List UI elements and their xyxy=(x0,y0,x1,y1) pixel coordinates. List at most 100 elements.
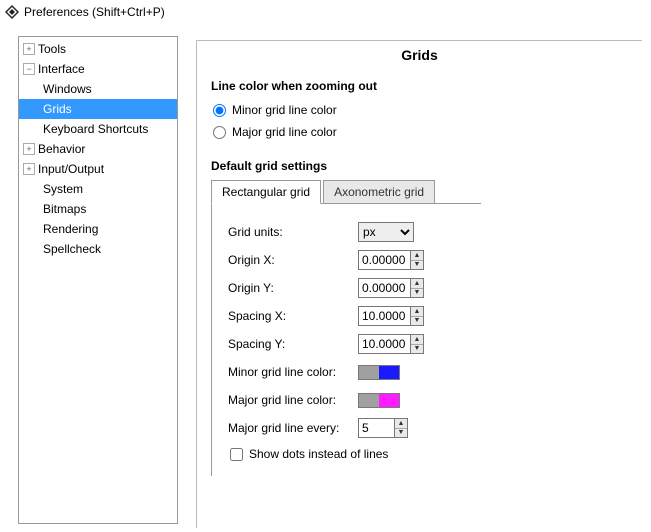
tree-item-grids[interactable]: Grids xyxy=(19,99,177,119)
swatch-minor-left xyxy=(359,366,379,379)
zoom-heading: Line color when zooming out xyxy=(211,79,628,93)
input-origin-x[interactable] xyxy=(358,250,410,270)
swatch-major-left xyxy=(359,394,379,407)
spin-buttons[interactable]: ▲ ▼ xyxy=(394,418,408,438)
grids-panel: Grids Line color when zooming out Minor … xyxy=(196,40,642,528)
spin-buttons[interactable]: ▲ ▼ xyxy=(410,278,424,298)
spin-up-icon[interactable]: ▲ xyxy=(411,335,423,345)
tab-rectangular-grid[interactable]: Rectangular grid xyxy=(211,180,321,204)
spin-origin-y[interactable]: ▲ ▼ xyxy=(358,278,424,298)
tree-item-label: Spellcheck xyxy=(43,242,101,256)
tabstrip: Rectangular grid Axonometric grid xyxy=(211,180,628,204)
spin-up-icon[interactable]: ▲ xyxy=(411,307,423,317)
spin-down-icon[interactable]: ▼ xyxy=(411,261,423,270)
radio-major-label: Major grid line color xyxy=(232,125,337,139)
tree-item-label: System xyxy=(43,182,83,196)
row-origin-x: Origin X: ▲ ▼ xyxy=(228,246,471,274)
row-spacing-y: Spacing Y: ▲ ▼ xyxy=(228,330,471,358)
tree-expand-icon[interactable]: + xyxy=(23,143,35,155)
tree-item-label: Tools xyxy=(38,42,66,56)
spin-down-icon[interactable]: ▼ xyxy=(411,317,423,326)
main-area: Grids Line color when zooming out Minor … xyxy=(196,36,651,532)
spin-major-every[interactable]: ▲ ▼ xyxy=(358,418,408,438)
spin-up-icon[interactable]: ▲ xyxy=(411,279,423,289)
input-major-every[interactable] xyxy=(358,418,394,438)
window-title: Preferences (Shift+Ctrl+P) xyxy=(24,5,165,19)
spin-buttons[interactable]: ▲ ▼ xyxy=(410,306,424,326)
tree-item-label: Input/Output xyxy=(38,162,104,176)
tree-item-label: Rendering xyxy=(43,222,98,236)
swatch-minor-color[interactable] xyxy=(358,365,400,380)
grid-tabs: Rectangular grid Axonometric grid Grid u… xyxy=(211,179,628,476)
tree-item-input-output[interactable]: +Input/Output xyxy=(19,159,177,179)
app-icon xyxy=(4,4,20,20)
content-split: +Tools−InterfaceWindowsGridsKeyboard Sho… xyxy=(18,36,651,532)
tree-item-tools[interactable]: +Tools xyxy=(19,39,177,59)
tree-expand-icon[interactable]: + xyxy=(23,43,35,55)
tree-item-keyboard-shortcuts[interactable]: Keyboard Shortcuts xyxy=(19,119,177,139)
titlebar: Preferences (Shift+Ctrl+P) xyxy=(0,0,651,24)
spin-down-icon[interactable]: ▼ xyxy=(411,345,423,354)
radio-major-input[interactable] xyxy=(213,126,226,139)
spin-up-icon[interactable]: ▲ xyxy=(411,251,423,261)
radio-minor-input[interactable] xyxy=(213,104,226,117)
tree-item-windows[interactable]: Windows xyxy=(19,79,177,99)
tree-expand-icon[interactable]: + xyxy=(23,163,35,175)
input-spacing-x[interactable] xyxy=(358,306,410,326)
row-major-color: Major grid line color: xyxy=(228,386,471,414)
spin-up-icon[interactable]: ▲ xyxy=(395,419,407,429)
tab-axonometric-grid[interactable]: Axonometric grid xyxy=(323,180,435,204)
tabpanel-rectangular: Grid units: px Origin X: xyxy=(211,203,481,476)
tree-item-system[interactable]: System xyxy=(19,179,177,199)
tree-item-label: Keyboard Shortcuts xyxy=(43,122,148,136)
row-every: Major grid line every: ▲ ▼ xyxy=(228,414,471,442)
default-grid-section: Default grid settings Rectangular grid A… xyxy=(197,159,642,486)
tree-item-spellcheck[interactable]: Spellcheck xyxy=(19,239,177,259)
label-minor-color: Minor grid line color: xyxy=(228,365,358,379)
panel-title: Grids xyxy=(197,41,642,73)
tree-item-rendering[interactable]: Rendering xyxy=(19,219,177,239)
spin-buttons[interactable]: ▲ ▼ xyxy=(410,334,424,354)
tree-item-bitmaps[interactable]: Bitmaps xyxy=(19,199,177,219)
label-spacing-x: Spacing X: xyxy=(228,309,358,323)
tree-item-interface[interactable]: −Interface xyxy=(19,59,177,79)
label-grid-units: Grid units: xyxy=(228,225,358,239)
label-origin-x: Origin X: xyxy=(228,253,358,267)
row-grid-units: Grid units: px xyxy=(228,218,471,246)
spin-down-icon[interactable]: ▼ xyxy=(395,429,407,438)
tree-item-label: Windows xyxy=(43,82,92,96)
label-origin-y: Origin Y: xyxy=(228,281,358,295)
tree-collapse-icon[interactable]: − xyxy=(23,63,35,75)
zoom-color-section: Line color when zooming out Minor grid l… xyxy=(197,79,642,153)
row-spacing-x: Spacing X: ▲ ▼ xyxy=(228,302,471,330)
label-major-every: Major grid line every: xyxy=(228,421,358,435)
preferences-tree[interactable]: +Tools−InterfaceWindowsGridsKeyboard Sho… xyxy=(18,36,178,524)
select-grid-units[interactable]: px xyxy=(358,222,414,242)
tree-item-label: Bitmaps xyxy=(43,202,86,216)
checkbox-show-dots[interactable]: Show dots instead of lines xyxy=(228,442,471,466)
radio-major-grid-color[interactable]: Major grid line color xyxy=(211,121,628,143)
input-origin-y[interactable] xyxy=(358,278,410,298)
swatch-minor-right xyxy=(379,366,399,379)
label-spacing-y: Spacing Y: xyxy=(228,337,358,351)
swatch-major-color[interactable] xyxy=(358,393,400,408)
tree-item-label: Interface xyxy=(38,62,85,76)
tree-item-behavior[interactable]: +Behavior xyxy=(19,139,177,159)
row-origin-y: Origin Y: ▲ ▼ xyxy=(228,274,471,302)
spin-down-icon[interactable]: ▼ xyxy=(411,289,423,298)
default-heading: Default grid settings xyxy=(211,159,628,173)
checkbox-show-dots-label: Show dots instead of lines xyxy=(249,447,388,461)
swatch-major-right xyxy=(379,394,399,407)
input-spacing-y[interactable] xyxy=(358,334,410,354)
spin-origin-x[interactable]: ▲ ▼ xyxy=(358,250,424,270)
spin-buttons[interactable]: ▲ ▼ xyxy=(410,250,424,270)
body-frame: +Tools−InterfaceWindowsGridsKeyboard Sho… xyxy=(0,24,651,532)
radio-minor-grid-color[interactable]: Minor grid line color xyxy=(211,99,628,121)
radio-minor-label: Minor grid line color xyxy=(232,103,337,117)
tree-item-label: Grids xyxy=(43,102,72,116)
spin-spacing-y[interactable]: ▲ ▼ xyxy=(358,334,424,354)
tree-item-label: Behavior xyxy=(38,142,85,156)
spin-spacing-x[interactable]: ▲ ▼ xyxy=(358,306,424,326)
row-minor-color: Minor grid line color: xyxy=(228,358,471,386)
checkbox-show-dots-input[interactable] xyxy=(230,448,243,461)
